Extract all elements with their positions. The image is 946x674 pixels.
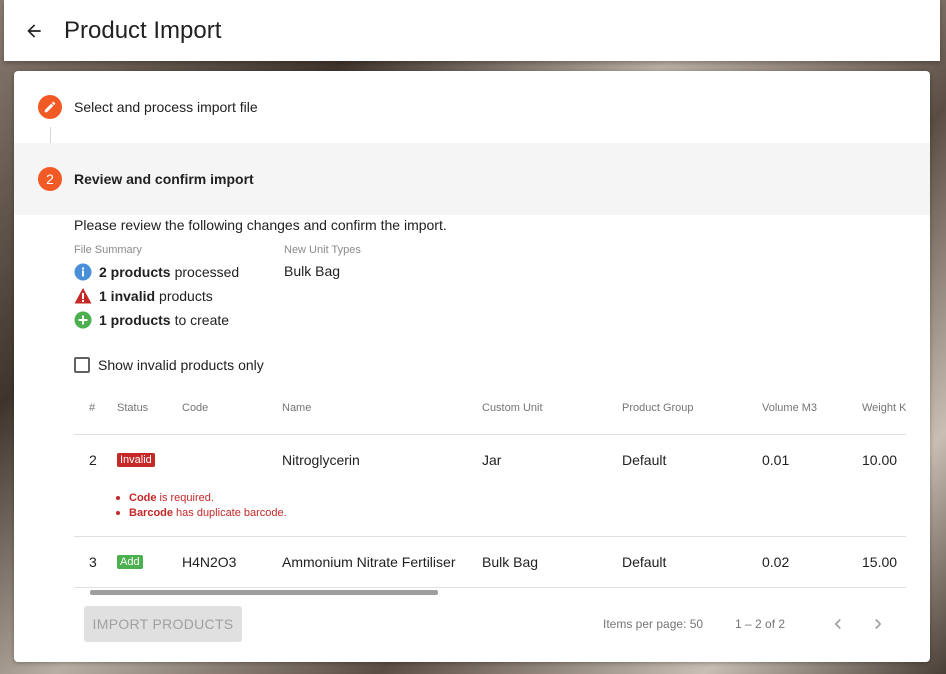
row-weight: 10.00 — [862, 452, 898, 468]
page-range: 1 – 2 of 2 — [735, 617, 786, 631]
row-divider — [74, 536, 906, 537]
column-header-weight[interactable]: Weight K — [862, 402, 906, 414]
summary-create-count: 1 products — [99, 312, 171, 328]
status-badge: Add — [117, 555, 143, 569]
chevron-left-icon — [834, 619, 841, 629]
error-message: has duplicate barcode. — [176, 506, 287, 519]
error-field: Code — [129, 491, 157, 504]
column-header-status[interactable]: Status — [117, 402, 148, 414]
show-invalid-checkbox-row[interactable]: Show invalid products only — [74, 357, 264, 373]
items-per-page[interactable]: Items per page: 50 — [603, 617, 703, 631]
show-invalid-checkbox[interactable] — [74, 357, 90, 373]
row-volume: 0.01 — [762, 452, 790, 468]
step-select-file[interactable]: Select and process import file — [14, 71, 930, 143]
row-unit: Jar — [482, 452, 502, 468]
arrow-left-icon — [27, 23, 41, 38]
file-summary-label: File Summary — [74, 244, 142, 256]
column-header-custom-unit[interactable]: Custom Unit — [482, 402, 543, 414]
column-header-code[interactable]: Code — [182, 402, 208, 414]
products-table: # Status Code Name Custom Unit Product G… — [74, 387, 906, 592]
new-unit-types-value: Bulk Bag — [284, 263, 341, 279]
row-code: H4N2O3 — [182, 554, 237, 570]
row-group: Default — [622, 554, 667, 570]
row-name: Ammonium Nitrate Fertiliser — [282, 554, 456, 570]
status-badge: Invalid — [117, 453, 155, 467]
column-header-name[interactable]: Name — [282, 402, 311, 414]
import-products-button[interactable]: IMPORT PRODUCTS — [84, 606, 242, 642]
summary-processed-text: processed — [174, 264, 240, 280]
row-unit: Bulk Bag — [482, 554, 539, 570]
column-header-product-group[interactable]: Product Group — [622, 402, 694, 414]
pencil-icon — [44, 101, 56, 113]
step-review-confirm[interactable]: 2 Review and confirm import — [14, 143, 930, 215]
row-group: Default — [622, 452, 667, 468]
summary-invalid-text: products — [159, 288, 213, 304]
summary-invalid: 1 invalid products — [74, 287, 213, 305]
back-button[interactable] — [4, 0, 64, 61]
next-page-button[interactable] — [866, 612, 890, 636]
warning-icon — [74, 287, 92, 305]
error-field: Barcode — [129, 506, 174, 519]
row-weight: 15.00 — [862, 554, 898, 570]
row-number: 3 — [89, 554, 97, 570]
summary-create-text: to create — [174, 312, 230, 328]
review-intro: Please review the following changes and … — [74, 217, 447, 233]
summary-create: 1 products to create — [74, 311, 229, 329]
summary-processed: 2 products processed — [74, 263, 239, 281]
show-invalid-label: Show invalid products only — [98, 357, 264, 373]
page-title: Product Import — [64, 16, 222, 44]
row-volume: 0.02 — [762, 554, 790, 570]
step-2-label: Review and confirm import — [74, 171, 254, 187]
summary-invalid-count: 1 invalid — [99, 288, 156, 304]
chevron-right-icon — [875, 619, 882, 629]
info-icon — [74, 263, 92, 281]
column-header-number[interactable]: # — [89, 402, 95, 414]
step-1-label: Select and process import file — [74, 99, 258, 115]
row-error-list: Code is required. Barcode has duplicate ba… — [116, 490, 287, 520]
header-divider — [74, 434, 906, 435]
error-item: Barcode has duplicate barcode. — [116, 505, 287, 520]
step-2-indicator: 2 — [38, 167, 62, 191]
add-circle-icon — [74, 311, 92, 329]
import-card: Select and process import file 2 Review … — [14, 71, 930, 662]
app-bar: Product Import — [4, 0, 940, 61]
column-header-volume[interactable]: Volume M3 — [762, 402, 817, 414]
new-unit-types-label: New Unit Types — [284, 244, 361, 256]
step-1-indicator — [38, 95, 62, 119]
summary-processed-count: 2 products — [99, 264, 171, 280]
previous-page-button[interactable] — [826, 612, 850, 636]
error-item: Code is required. — [116, 490, 287, 505]
row-divider — [74, 587, 906, 588]
row-name: Nitroglycerin — [282, 452, 360, 468]
row-number: 2 — [89, 452, 97, 468]
error-message: is required. — [159, 491, 214, 504]
horizontal-scrollbar[interactable] — [90, 590, 438, 595]
